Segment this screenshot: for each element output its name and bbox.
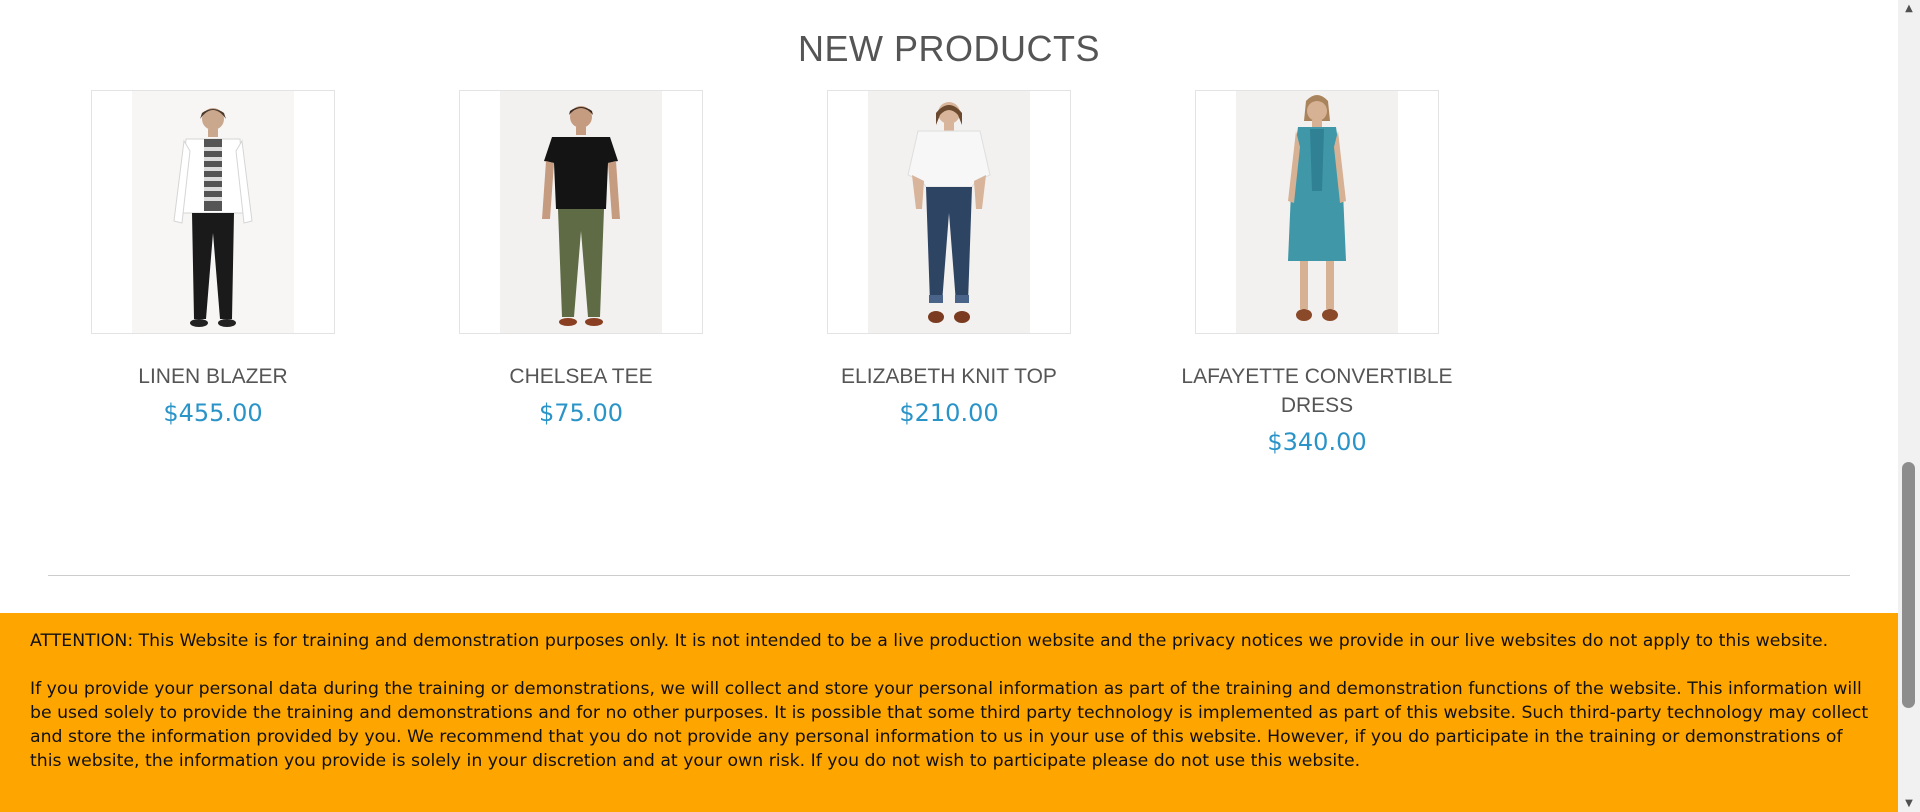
product-card: CHELSEA TEE $75.00	[428, 90, 734, 427]
section-title: NEW PRODUCTS	[798, 28, 1100, 69]
scrollbar-thumb[interactable]	[1902, 462, 1915, 708]
product-price: $210.00	[899, 399, 999, 427]
product-name[interactable]: LAFAYETTE CONVERTIBLE DRESS	[1164, 362, 1470, 420]
product-photo-lafayette-convertible-dress	[1236, 91, 1398, 333]
divider	[48, 575, 1850, 576]
product-name[interactable]: ELIZABETH KNIT TOP	[796, 362, 1102, 391]
product-price: $340.00	[1267, 428, 1367, 456]
product-card: LINEN BLAZER $455.00	[60, 90, 366, 427]
product-card: ELIZABETH KNIT TOP $210.00	[796, 90, 1102, 427]
privacy-notice-banner: ATTENTION: This Website is for training …	[0, 613, 1898, 812]
product-image-link[interactable]	[1195, 90, 1439, 334]
product-card: LAFAYETTE CONVERTIBLE DRESS $340.00	[1164, 90, 1470, 456]
scroll-down-arrow-icon[interactable]: ▼	[1898, 795, 1920, 812]
product-price: $75.00	[539, 399, 623, 427]
product-image-link[interactable]	[827, 90, 1071, 334]
notice-personal-data-text: If you provide your personal data during…	[30, 679, 1869, 771]
vertical-scrollbar[interactable]: ▲ ▼	[1898, 0, 1920, 812]
product-photo-elizabeth-knit-top	[868, 91, 1030, 333]
page: NEW PRODUCTS LINEN BLAZER $455.00 CHELSE…	[0, 0, 1898, 812]
product-name[interactable]: CHELSEA TEE	[428, 362, 734, 391]
notice-attention-text: ATTENTION: This Website is for training …	[30, 631, 1829, 651]
product-image-link[interactable]	[91, 90, 335, 334]
product-image-link[interactable]	[459, 90, 703, 334]
scroll-up-arrow-icon[interactable]: ▲	[1898, 0, 1920, 17]
product-photo-linen-blazer	[132, 91, 294, 333]
product-photo-chelsea-tee	[500, 91, 662, 333]
product-price: $455.00	[163, 399, 263, 427]
product-name[interactable]: LINEN BLAZER	[60, 362, 366, 391]
